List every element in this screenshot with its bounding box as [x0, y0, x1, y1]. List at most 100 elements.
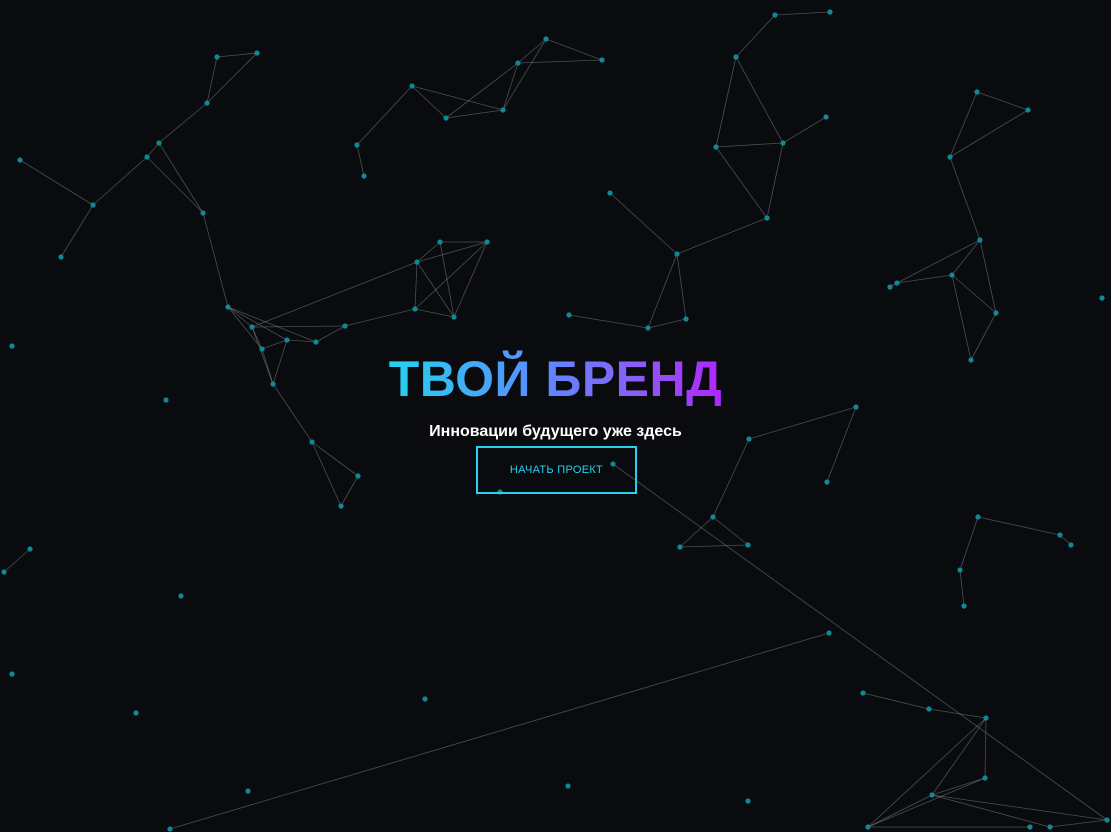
- network-node: [733, 54, 739, 60]
- network-node: [827, 9, 833, 15]
- network-link: [414, 308, 455, 318]
- network-link: [931, 777, 986, 796]
- network-link: [609, 192, 678, 255]
- network-link: [315, 325, 346, 343]
- network-link: [356, 144, 365, 177]
- network-node: [1027, 824, 1033, 830]
- network-node: [745, 542, 751, 548]
- network-node: [713, 144, 719, 150]
- hero-section: ТВОЙ БРЕНД Инновации будущего уже здесь: [0, 343, 1111, 443]
- network-node: [710, 514, 716, 520]
- network-node: [824, 479, 830, 485]
- network-link: [414, 261, 418, 310]
- network-node: [144, 154, 150, 160]
- network-node: [409, 83, 415, 89]
- network-node: [214, 54, 220, 60]
- network-node: [90, 202, 96, 208]
- network-node: [225, 304, 231, 310]
- network-node: [677, 544, 683, 550]
- network-node: [566, 312, 572, 318]
- network-link: [931, 794, 1108, 821]
- network-link: [356, 85, 413, 146]
- network-link: [227, 306, 288, 341]
- network-link: [647, 253, 678, 329]
- network-link: [679, 544, 749, 548]
- network-node: [826, 630, 832, 636]
- network-node: [599, 57, 605, 63]
- network-link: [931, 794, 1051, 828]
- network-link: [206, 52, 258, 104]
- network-node: [975, 514, 981, 520]
- network-link: [931, 717, 987, 796]
- network-link: [735, 56, 784, 144]
- network-link: [862, 692, 930, 710]
- network-link: [227, 306, 253, 328]
- network-link: [411, 85, 504, 111]
- network-link: [782, 116, 827, 144]
- network-link: [251, 325, 346, 328]
- network-node: [204, 100, 210, 106]
- network-link: [676, 217, 768, 255]
- network-node: [9, 671, 15, 677]
- network-node: [860, 690, 866, 696]
- network-link: [959, 569, 965, 607]
- network-link: [19, 159, 94, 206]
- network-link: [202, 212, 229, 308]
- network-link: [712, 438, 750, 518]
- network-node: [865, 824, 871, 830]
- network-node: [167, 826, 173, 832]
- network-node: [354, 142, 360, 148]
- network-node: [974, 89, 980, 95]
- network-node: [887, 284, 893, 290]
- network-node: [1068, 542, 1074, 548]
- network-link: [676, 253, 687, 320]
- network-link: [502, 62, 519, 111]
- network-node: [929, 792, 935, 798]
- network-link: [146, 156, 204, 214]
- network-link: [340, 475, 359, 507]
- network-link: [976, 91, 1029, 111]
- network-node: [1025, 107, 1031, 113]
- network-link: [169, 632, 830, 830]
- network-link: [715, 146, 768, 219]
- network-node: [926, 706, 932, 712]
- brand-title: ТВОЙ БРЕНД: [389, 343, 723, 415]
- network-node: [437, 239, 443, 245]
- network-link: [979, 239, 997, 314]
- network-node: [249, 324, 255, 330]
- network-link: [896, 239, 981, 284]
- network-link: [158, 102, 208, 144]
- network-node: [500, 107, 506, 113]
- hero-tagline: Инновации будущего уже здесь: [429, 423, 682, 440]
- network-link: [928, 708, 987, 719]
- network-link: [206, 56, 218, 104]
- network-node: [543, 36, 549, 42]
- network-link: [977, 516, 1061, 536]
- network-node: [414, 259, 420, 265]
- network-node: [412, 306, 418, 312]
- network-node: [342, 323, 348, 329]
- network-node: [515, 60, 521, 66]
- network-link: [517, 59, 603, 64]
- network-link: [959, 516, 979, 571]
- network-link: [949, 91, 978, 158]
- network-node: [484, 239, 490, 245]
- network-node: [200, 210, 206, 216]
- network-node: [645, 325, 651, 331]
- network-node: [355, 473, 361, 479]
- network-node: [1099, 295, 1105, 301]
- start-project-button[interactable]: НАЧАТЬ ПРОЕКТ: [476, 446, 637, 494]
- network-node: [565, 783, 571, 789]
- network-link: [3, 548, 31, 573]
- network-node: [58, 254, 64, 260]
- network-link: [158, 142, 204, 214]
- network-link: [453, 241, 488, 318]
- network-node: [674, 251, 680, 257]
- network-node: [961, 603, 967, 609]
- network-link: [715, 142, 784, 148]
- network-node: [983, 715, 989, 721]
- network-node: [1104, 817, 1110, 823]
- network-link: [774, 11, 831, 16]
- network-link: [251, 261, 418, 328]
- network-link: [146, 142, 160, 158]
